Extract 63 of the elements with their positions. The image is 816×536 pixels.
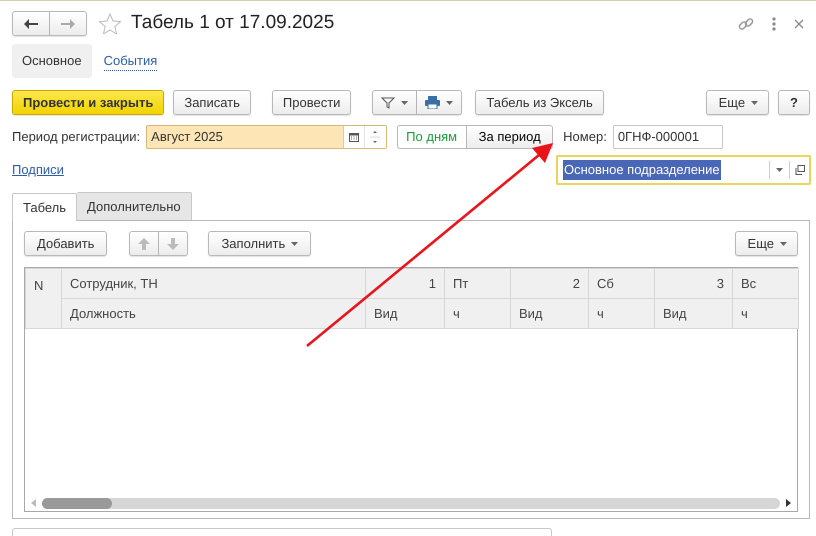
column-header: ч <box>588 298 654 328</box>
document-title: Табель 1 от 17.09.2025 <box>131 11 334 36</box>
period-field[interactable]: Август 2025 <box>146 125 388 149</box>
toolbar-button[interactable]: Записать <box>173 90 251 115</box>
help-button[interactable]: ? <box>778 90 810 115</box>
mode-toggle[interactable]: За период <box>467 125 554 149</box>
arrow-left-icon <box>24 18 38 28</box>
calendar-icon[interactable] <box>349 132 360 142</box>
fill-button[interactable]: Заполнить <box>208 231 312 256</box>
add-button[interactable]: Добавить <box>24 231 108 256</box>
print-button[interactable] <box>417 90 462 115</box>
number-label: Номер: <box>563 128 607 146</box>
scroll-left-icon[interactable] <box>31 499 36 507</box>
arrow-right-icon <box>61 18 75 28</box>
spin-icon[interactable] <box>364 126 386 148</box>
caret-icon <box>751 100 758 104</box>
signatures-link[interactable]: Подписи <box>12 160 64 180</box>
more-button[interactable]: Еще <box>734 231 798 256</box>
filter-button[interactable] <box>372 90 418 115</box>
scroll-right-icon[interactable] <box>786 499 791 507</box>
arrow-down-icon <box>167 238 180 250</box>
close-icon[interactable] <box>794 18 804 28</box>
column-header: 3 <box>654 268 732 298</box>
number-field[interactable]: 0ГНФ-000001 <box>612 125 723 149</box>
column-header: Пт <box>444 268 510 298</box>
caret-icon <box>780 242 787 246</box>
arrow-up-icon <box>138 238 150 250</box>
back-button[interactable] <box>12 11 50 36</box>
post-and-close-button[interactable]: Провести и закрыть <box>12 90 164 115</box>
caret-icon <box>401 100 408 104</box>
more-button[interactable]: Еще <box>706 90 770 115</box>
column-header: ч <box>732 298 798 328</box>
tab[interactable]: Табель <box>12 193 78 221</box>
column-header: ч <box>444 298 510 328</box>
caret-icon <box>776 168 783 172</box>
column-header: Должность <box>62 298 366 328</box>
column-header: Вид <box>510 298 588 328</box>
link-icon[interactable] <box>738 16 754 32</box>
department-field[interactable]: Основное подразделение <box>556 155 811 185</box>
column-header: 1 <box>366 268 444 298</box>
section-tab[interactable]: Основное <box>12 44 92 78</box>
mode-toggle[interactable]: По дням <box>397 125 468 149</box>
column-header: Вид <box>366 298 444 328</box>
horizontal-scrollbar[interactable] <box>42 498 780 508</box>
open-window-icon[interactable] <box>794 165 804 175</box>
column-header: Вс <box>732 268 798 298</box>
column-header: Сотрудник, ТН <box>62 268 366 298</box>
star-icon[interactable] <box>99 13 121 34</box>
toolbar-button[interactable]: Провести <box>272 90 352 115</box>
caret-icon <box>446 100 454 104</box>
filter-icon <box>381 96 396 108</box>
column-header: N <box>26 268 62 328</box>
period-label: Период регистрации: <box>12 128 140 146</box>
column-header: Сб <box>588 268 654 298</box>
more-vertical-icon[interactable] <box>772 16 776 30</box>
toolbar-button[interactable]: Табель из Эксель <box>475 90 604 115</box>
input-field[interactable] <box>12 528 552 536</box>
tab[interactable]: Дополнительно <box>77 192 192 220</box>
printer-icon <box>425 96 440 109</box>
caret-icon <box>291 242 298 246</box>
column-header: 2 <box>510 268 588 298</box>
column-header: Вид <box>654 298 732 328</box>
section-link[interactable]: События <box>94 44 168 78</box>
